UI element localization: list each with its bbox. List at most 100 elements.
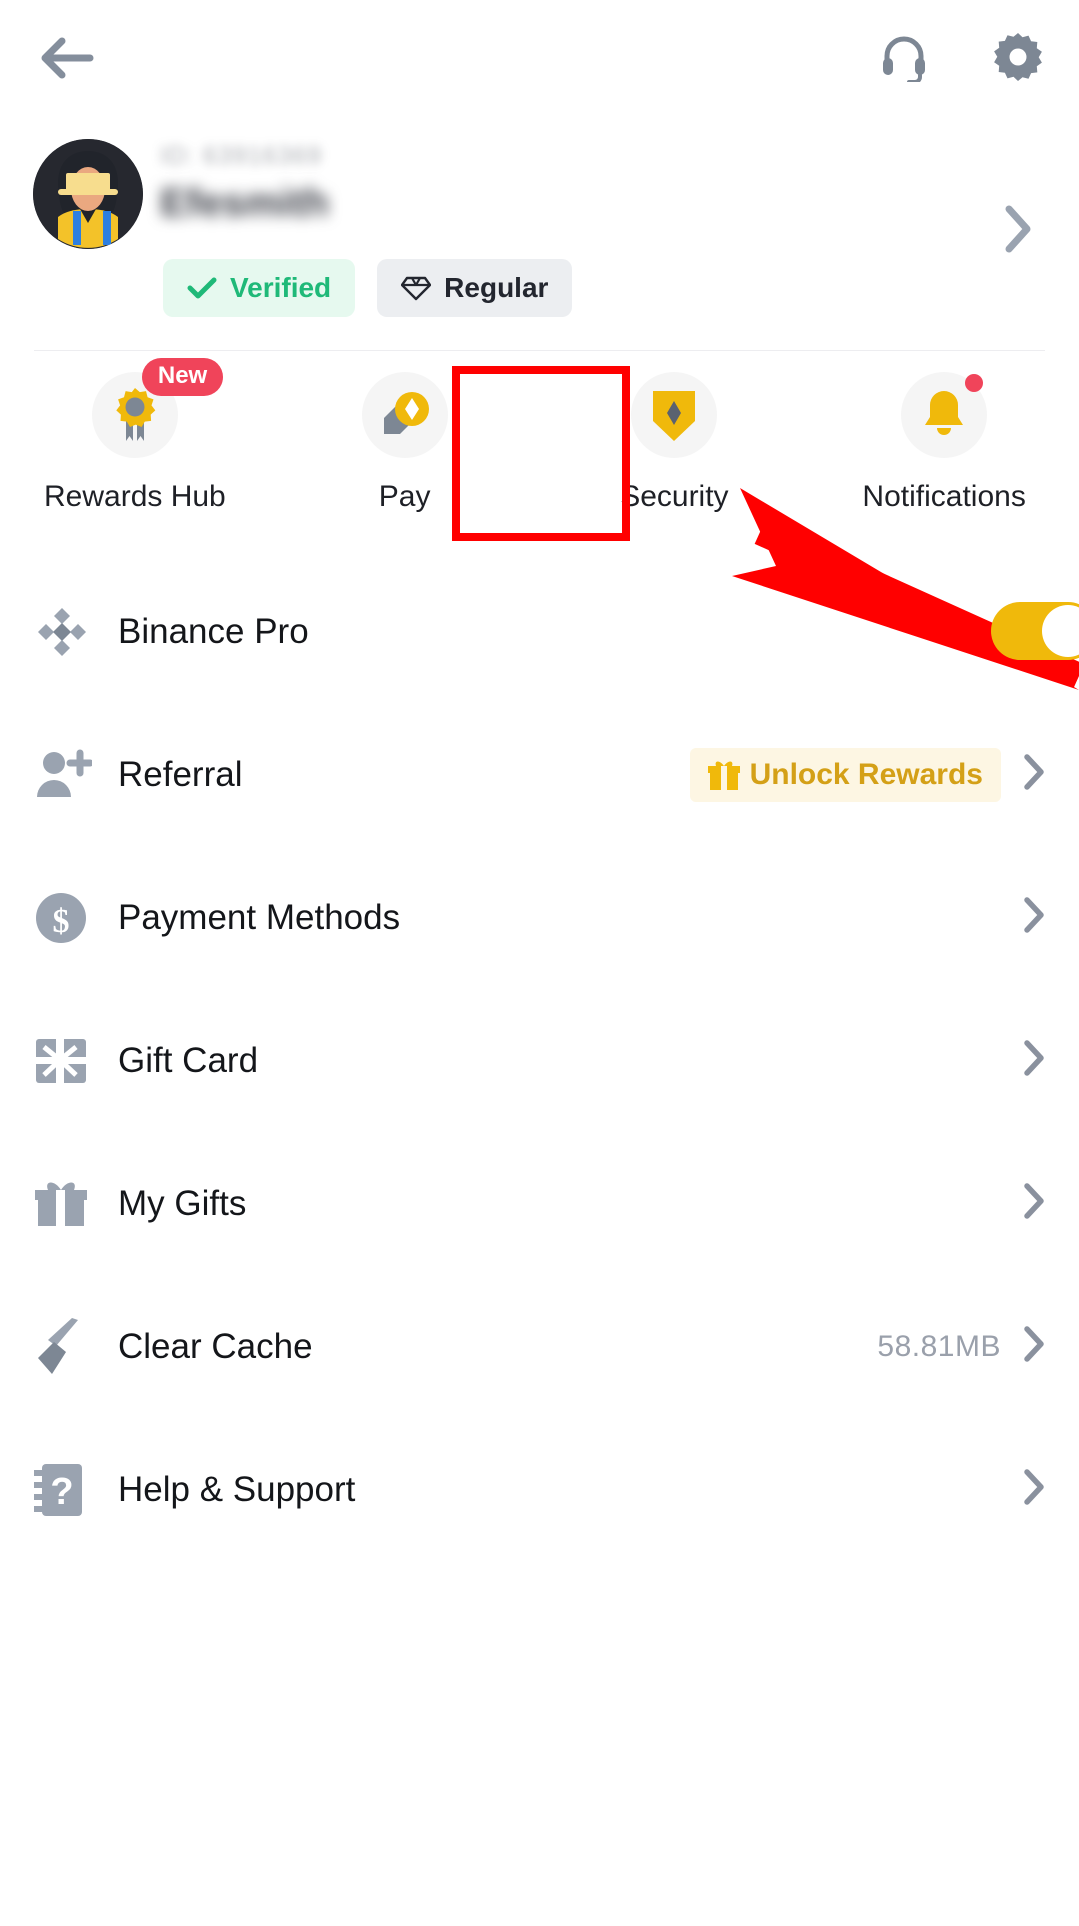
- status-badge-verified[interactable]: Verified: [163, 259, 356, 317]
- badge-label: Verified: [230, 272, 332, 303]
- binance-pro-toggle[interactable]: [991, 602, 1079, 660]
- user-name: Efesmith: [160, 181, 329, 225]
- svg-text:?: ?: [50, 1471, 73, 1513]
- svg-text:$: $: [53, 903, 70, 940]
- user-avatar-icon: [33, 139, 143, 249]
- chevron-right-icon: [1024, 1469, 1044, 1505]
- row-icon-wrap: ?: [34, 1462, 96, 1518]
- quick-action-label: Security: [620, 480, 729, 513]
- quick-action-icon-wrap: [901, 372, 988, 458]
- quick-action-pay[interactable]: Pay: [270, 372, 540, 542]
- shield-icon: [653, 391, 696, 441]
- chevron-right-icon: [1024, 1326, 1044, 1362]
- quick-action-notifications[interactable]: Notifications: [809, 372, 1079, 542]
- toggle-track: [991, 602, 1079, 660]
- row-chevron[interactable]: [1023, 896, 1045, 939]
- row-control: [1023, 1468, 1045, 1511]
- badge-label: Regular: [444, 272, 549, 303]
- row-icon-wrap: [34, 604, 96, 660]
- row-icon-wrap: [34, 749, 96, 801]
- quick-action-label: Rewards Hub: [44, 480, 226, 513]
- menu-row-label: Gift Card: [118, 1040, 259, 1080]
- row-control: Unlock Rewards: [689, 747, 1045, 802]
- row-chevron[interactable]: [1023, 1468, 1045, 1511]
- toggle-knob: [1042, 605, 1079, 657]
- chevron-right-icon: [1024, 1183, 1044, 1219]
- menu-row-label: Payment Methods: [118, 897, 401, 937]
- new-badge: New: [141, 358, 224, 396]
- customer-support-button[interactable]: [873, 26, 935, 88]
- row-control: [1023, 1182, 1045, 1225]
- profile-chevron[interactable]: [1003, 204, 1033, 259]
- menu-row-gift-card[interactable]: Gift Card: [0, 989, 1079, 1132]
- menu-row-label: Help & Support: [118, 1469, 356, 1509]
- chevron-right-icon: [1024, 1040, 1044, 1076]
- menu-row-label: Binance Pro: [118, 611, 309, 651]
- quick-action-icon-wrap: [631, 372, 718, 458]
- medal-icon: [116, 388, 156, 441]
- menu-row-label: My Gifts: [118, 1183, 247, 1223]
- top-bar-actions: [873, 26, 1049, 88]
- quick-action-label: Notifications: [862, 480, 1026, 513]
- cache-size-value: 58.81MB: [877, 1329, 1001, 1363]
- row-icon-wrap: $: [34, 891, 96, 945]
- pay-icon: [383, 392, 429, 434]
- row-chevron[interactable]: [1023, 1182, 1045, 1225]
- profile-screen: ID: 63916369 Efesmith Verified Regular N…: [0, 0, 1079, 1926]
- dollar-circle-icon: $: [36, 892, 86, 943]
- quick-action-label: Pay: [378, 480, 431, 513]
- bell-icon: [925, 391, 964, 435]
- broom-icon: [38, 1317, 78, 1374]
- menu-row-my-gifts[interactable]: My Gifts: [0, 1132, 1079, 1275]
- menu-row-label: Clear Cache: [118, 1326, 313, 1366]
- avatar: [33, 139, 143, 249]
- quick-action-icon-wrap: [361, 372, 448, 458]
- binance-logo-icon: [38, 607, 86, 656]
- profile-header[interactable]: ID: 63916369 Efesmith Verified Regular: [0, 118, 1079, 350]
- settings-button[interactable]: [987, 26, 1049, 88]
- row-chevron[interactable]: [1023, 753, 1045, 796]
- settings-menu-list: Binance Pro Referral Unlock Rewards $ Pa…: [0, 560, 1079, 1561]
- gear-icon: [994, 33, 1042, 81]
- gift-box-icon: [35, 1182, 87, 1226]
- row-control: 58.81MB: [877, 1325, 1045, 1368]
- top-bar: [0, 0, 1079, 118]
- chevron-right-icon: [1024, 897, 1044, 933]
- menu-row-payment-methods[interactable]: $ Payment Methods: [0, 846, 1079, 989]
- section-divider: [34, 350, 1045, 351]
- gift-icon: [707, 761, 740, 790]
- row-control: [1023, 896, 1045, 939]
- row-chevron[interactable]: [1023, 1039, 1045, 1082]
- row-control: [1023, 1039, 1045, 1082]
- back-arrow-icon: [41, 37, 94, 79]
- chevron-right-icon: [1024, 754, 1044, 790]
- chevron-right-icon: [1005, 205, 1031, 253]
- add-user-icon: [37, 749, 92, 797]
- unlock-rewards-label: Unlock Rewards: [749, 757, 983, 791]
- menu-row-help-support[interactable]: ? Help & Support: [0, 1418, 1079, 1561]
- unlock-rewards-badge[interactable]: Unlock Rewards: [689, 747, 1001, 802]
- menu-row-label: Referral: [118, 754, 243, 794]
- back-button[interactable]: [36, 28, 98, 90]
- menu-row-binance-pro[interactable]: Binance Pro: [0, 560, 1079, 703]
- question-badge-icon: ?: [34, 1463, 82, 1516]
- user-id: ID: 63916369: [160, 142, 323, 170]
- row-icon-wrap: [34, 1317, 96, 1376]
- menu-row-referral[interactable]: Referral Unlock Rewards: [0, 703, 1079, 846]
- row-chevron[interactable]: [1023, 1325, 1045, 1368]
- profile-identity: ID: 63916369 Efesmith: [160, 142, 329, 226]
- check-icon: [187, 277, 217, 299]
- headset-icon: [883, 36, 925, 82]
- quick-action-icon-wrap: New: [91, 358, 224, 458]
- diamond-icon: [401, 276, 432, 301]
- status-badge-regular[interactable]: Regular: [377, 259, 573, 317]
- profile-badges: Verified Regular: [163, 259, 573, 317]
- quick-action-security[interactable]: Security: [540, 372, 810, 542]
- menu-row-clear-cache[interactable]: Clear Cache 58.81MB: [0, 1275, 1079, 1418]
- notification-dot: [965, 374, 984, 392]
- gift-card-icon: [36, 1038, 86, 1083]
- quick-action-rewards-hub[interactable]: New Rewards Hub: [0, 358, 270, 542]
- row-icon-wrap: [34, 1178, 96, 1230]
- row-icon-wrap: [34, 1035, 96, 1087]
- quick-actions-row: New Rewards Hub Pay Security Notificatio…: [0, 358, 1079, 542]
